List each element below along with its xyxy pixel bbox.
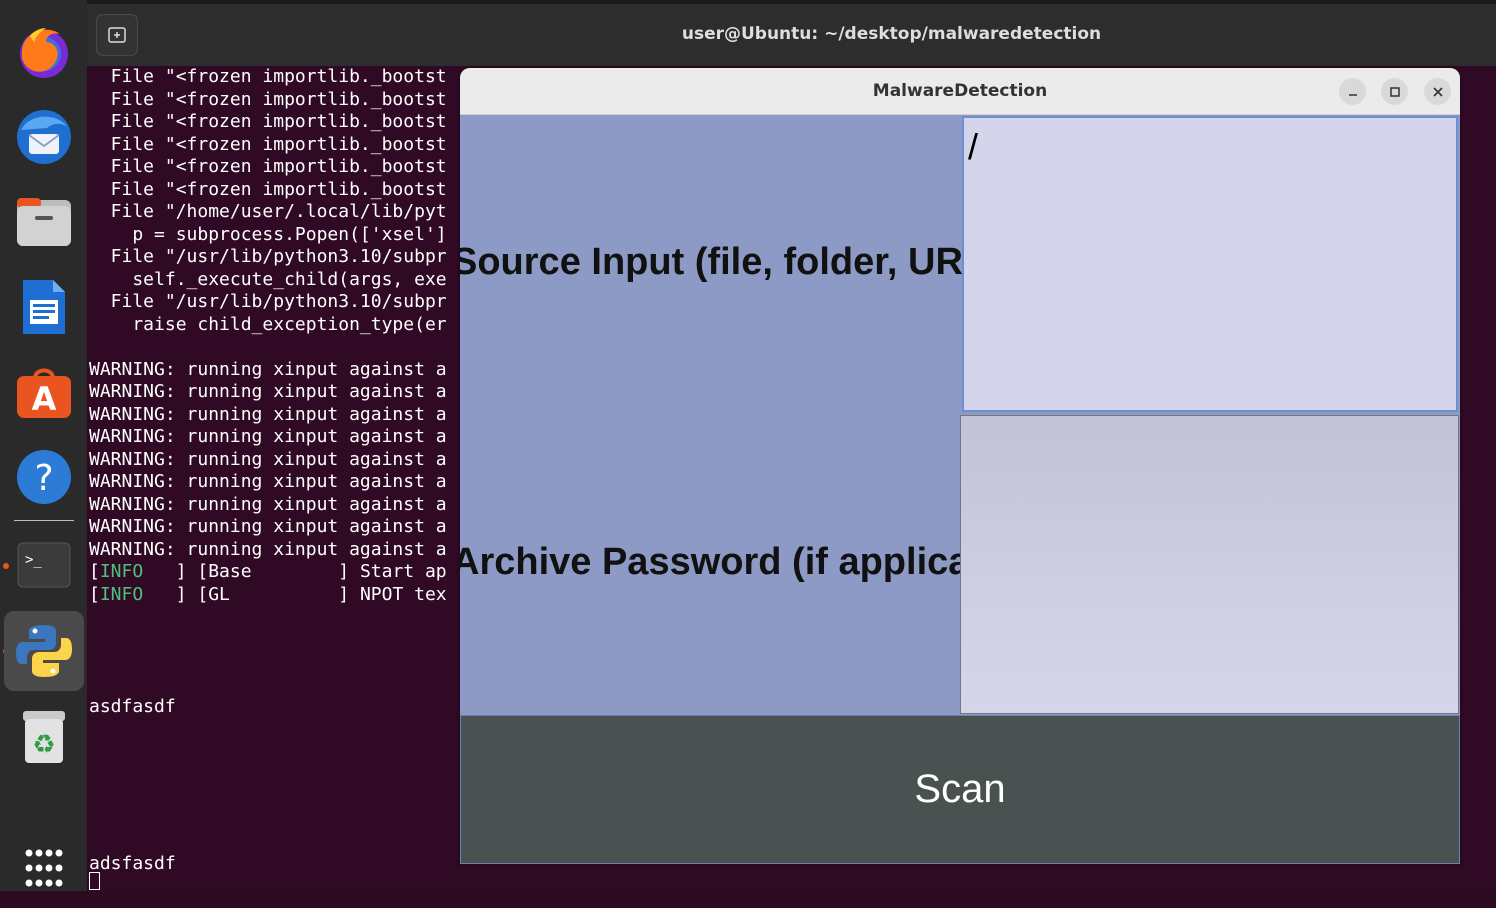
terminal-input-line: asdfasdf (89, 696, 176, 717)
app-grid-icon (25, 849, 63, 887)
app-center-launcher[interactable]: A (4, 352, 84, 432)
info-tag: INFO (99, 561, 144, 582)
help-icon: ? (17, 450, 71, 504)
terminal-input-line: adsfasdf (89, 853, 176, 874)
files-icon (17, 198, 71, 246)
terminal-line: File "<frozen importlib._bootst (89, 66, 447, 87)
close-icon (1432, 86, 1443, 97)
app-center-icon: A (17, 368, 71, 418)
terminal-line: File "<frozen importlib._bootst (89, 111, 447, 132)
scan-button[interactable]: Scan (460, 715, 1460, 864)
terminal-cursor (89, 872, 100, 890)
dock: A ? >_ ♻ (0, 0, 87, 891)
firefox-launcher[interactable] (4, 12, 84, 92)
dock-separator (14, 520, 74, 521)
terminal-line: WARNING: running xinput against a (89, 448, 447, 470)
minimize-button[interactable] (1339, 78, 1366, 105)
thunderbird-launcher[interactable] (4, 97, 84, 177)
terminal-icon: >_ (17, 542, 71, 588)
terminal-line: WARNING: running xinput against a (89, 471, 447, 492)
terminal-line: File "<frozen importlib._bootst (89, 88, 447, 110)
source-input-field[interactable]: / (962, 116, 1458, 412)
terminal-line: self._execute_child(args, exe (89, 268, 447, 290)
terminal-launcher[interactable]: >_ (4, 525, 84, 605)
files-launcher[interactable] (4, 182, 84, 262)
svg-text:>_: >_ (25, 552, 42, 568)
help-launcher[interactable]: ? (4, 437, 84, 517)
terminal-title: user@Ubuntu: ~/desktop/malwaredetection (681, 24, 1102, 44)
terminal-titlebar: user@Ubuntu: ~/desktop/malwaredetection (87, 0, 1496, 66)
writer-icon (23, 280, 65, 334)
window-titlebar[interactable]: MalwareDetection (460, 68, 1460, 115)
info-tag: INFO (99, 583, 144, 605)
firefox-icon (20, 28, 68, 78)
info-bracket: [ (89, 561, 100, 582)
terminal-info-line: [INFO ] [Base ] Start ap (89, 561, 447, 583)
maximize-button[interactable] (1381, 78, 1408, 105)
terminal-line: File "<frozen importlib._bootst (89, 178, 447, 200)
terminal-line: File "/home/user/.local/lib/pyt (89, 201, 447, 222)
svg-text:♻: ♻ (32, 730, 55, 760)
terminal-line: WARNING: running xinput against a (89, 403, 447, 425)
terminal-line: WARNING: running xinput against a (89, 493, 447, 515)
window-title: MalwareDetection (872, 81, 1048, 101)
source-input-label: Source Input (file, folder, URL): (460, 241, 962, 283)
info-bracket: [ (89, 583, 100, 605)
maximize-icon (1389, 86, 1400, 97)
archive-password-field[interactable] (960, 415, 1459, 714)
terminal-line: WARNING: running xinput against a (89, 381, 447, 402)
thunderbird-icon (17, 110, 71, 164)
terminal-line: File "/usr/lib/python3.10/subpr (89, 291, 447, 312)
terminal-line: raise child_exception_type(er (89, 313, 447, 335)
terminal-line: WARNING: running xinput against a (89, 358, 447, 380)
app-grid-button[interactable] (4, 828, 84, 908)
python-icon (16, 625, 72, 677)
svg-text:?: ? (34, 458, 53, 499)
info-message: ] [Base ] Start ap (143, 561, 447, 582)
trash-icon: ♻ (23, 711, 65, 763)
terminal-line: File "<frozen importlib._bootst (89, 156, 447, 177)
trash-launcher[interactable]: ♻ (4, 697, 84, 777)
archive-password-label: Archive Password (if applicab (460, 541, 962, 583)
svg-text:A: A (32, 380, 57, 418)
writer-launcher[interactable] (4, 267, 84, 347)
close-button[interactable] (1424, 78, 1451, 105)
terminal-line: File "/usr/lib/python3.10/subpr (89, 246, 447, 267)
malware-detection-window: MalwareDetection Source Input (file, fol… (460, 68, 1460, 864)
terminal-line: File "<frozen importlib._bootst (89, 133, 447, 155)
info-message: ] [GL ] NPOT tex (143, 583, 447, 605)
minimize-icon (1348, 93, 1357, 96)
terminal-line: WARNING: running xinput against a (89, 516, 447, 537)
terminal-line: WARNING: running xinput against a (89, 538, 447, 560)
terminal-line: WARNING: running xinput against a (89, 426, 447, 447)
terminal-info-line: [INFO ] [GL ] NPOT tex (89, 584, 447, 606)
python-launcher[interactable] (4, 611, 84, 691)
terminal-line: p = subprocess.Popen(['xsel'] (89, 223, 447, 245)
